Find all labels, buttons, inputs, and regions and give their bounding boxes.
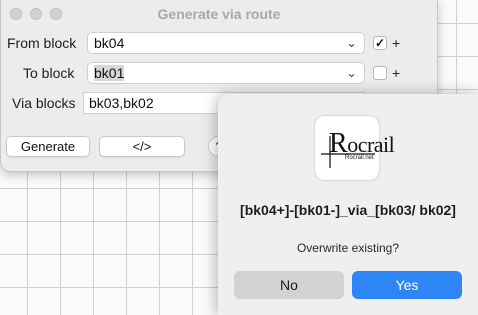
code-button[interactable]: </> [99, 136, 185, 157]
overwrite-alert-dialog: Rocrail Rocrail.net [bk04+]-[bk01-]_via_… [218, 94, 478, 315]
alert-message: [bk04+]-[bk01-]_via_[bk03/ bk02] [240, 202, 456, 218]
window-title: Generate via route [157, 6, 281, 22]
via-blocks-value: bk03,bk02 [89, 95, 154, 111]
via-blocks-label: Via blocks [12, 95, 76, 111]
from-block-checkbox[interactable]: ✓ [373, 36, 387, 50]
to-block-value: bk01 [94, 65, 125, 81]
from-block-value: bk04 [94, 35, 125, 51]
to-plus-label: + [392, 65, 401, 81]
generate-button[interactable]: Generate [6, 136, 90, 157]
from-plus-label: + [392, 35, 401, 51]
chevron-down-icon[interactable]: ⌄ [343, 65, 360, 81]
title-bar: Generate via route [1, 0, 437, 28]
from-block-label: From block [7, 35, 77, 51]
to-block-label: To block [23, 65, 75, 81]
to-block-checkbox[interactable] [373, 66, 387, 80]
logo-subtext: Rocrail.net [345, 155, 374, 161]
to-block-select[interactable]: bk01 ⌄ [87, 62, 365, 84]
no-button[interactable]: No [234, 271, 344, 299]
chevron-down-icon[interactable]: ⌄ [343, 35, 360, 51]
from-block-select[interactable]: bk04 ⌄ [87, 32, 365, 54]
yes-button[interactable]: Yes [352, 271, 462, 299]
alert-info-text: Overwrite existing? [296, 241, 400, 255]
rocrail-logo: Rocrail Rocrail.net [315, 116, 395, 180]
